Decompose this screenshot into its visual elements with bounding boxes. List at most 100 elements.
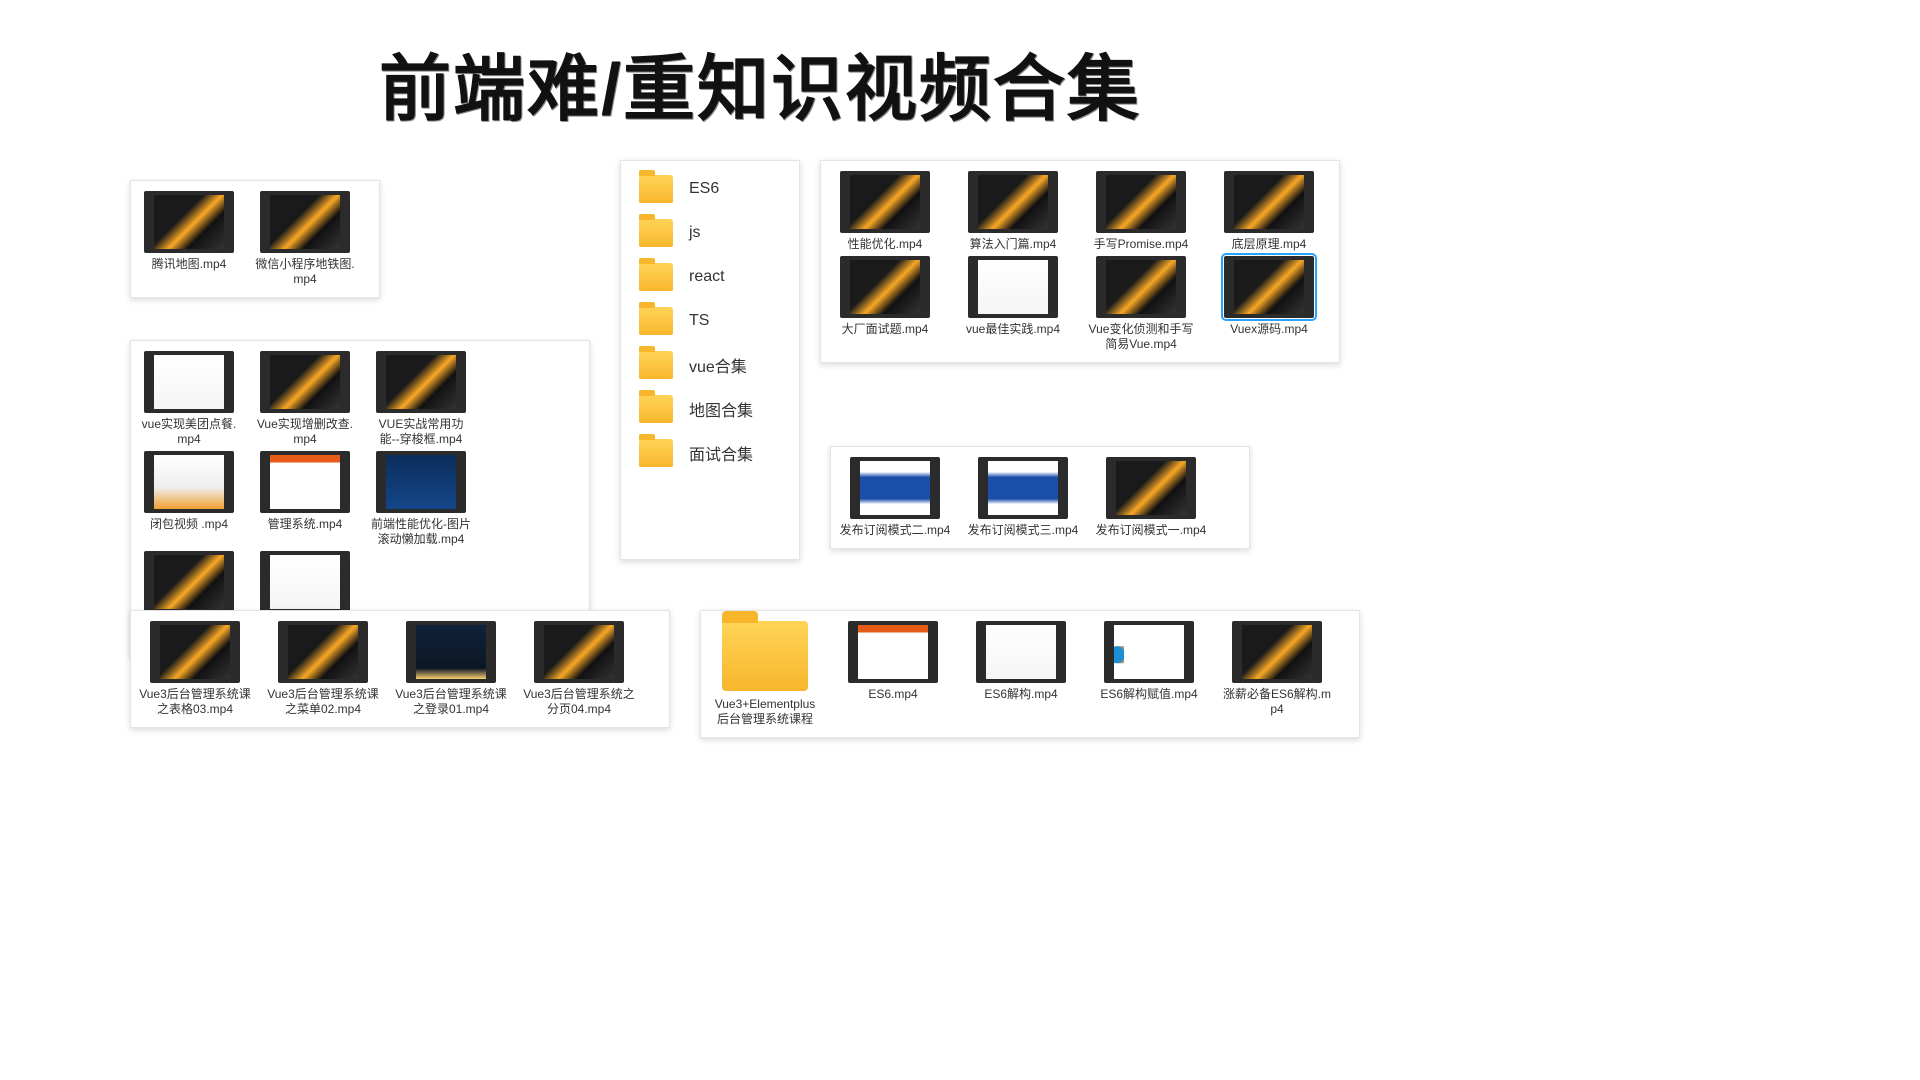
video-file-item[interactable]: vue最佳实践.mp4 (957, 256, 1069, 352)
folder-icon (639, 219, 673, 247)
video-file-item[interactable]: 发布订阅模式一.mp4 (1095, 457, 1207, 538)
file-name-label: 前端性能优化-图片滚动懒加载.mp4 (371, 517, 471, 547)
video-thumbnail (1224, 256, 1314, 318)
video-group-g: Vue3+Elementplus后台管理系统课程 ES6.mp4 ES6解构.mp4… (700, 610, 1360, 738)
video-thumbnail (144, 551, 234, 613)
folder-icon (639, 263, 673, 291)
folder-name-label: react (689, 268, 725, 286)
video-thumbnail (840, 171, 930, 233)
video-thumbnail (144, 191, 234, 253)
video-file-item[interactable]: vue实现美团点餐.mp4 (139, 351, 239, 447)
file-name-label: 性能优化.mp4 (829, 237, 941, 252)
video-file-item[interactable]: 腾讯地图.mp4 (139, 191, 239, 287)
folder-item[interactable]: ES6 (635, 167, 785, 211)
video-thumbnail (968, 256, 1058, 318)
video-file-item[interactable]: 微信小程序地铁图.mp4 (255, 191, 355, 287)
video-file-item[interactable]: 发布订阅模式二.mp4 (839, 457, 951, 538)
video-thumbnail (376, 451, 466, 513)
video-file-item[interactable]: 算法入门篇.mp4 (957, 171, 1069, 252)
video-thumbnail (260, 451, 350, 513)
video-thumbnail (1232, 621, 1322, 683)
video-thumbnail (150, 621, 240, 683)
video-file-item[interactable]: Vuex源码.mp4 (1213, 256, 1325, 352)
file-name-label: vue实现美团点餐.mp4 (139, 417, 239, 447)
folder-icon (639, 351, 673, 379)
video-thumbnail (968, 171, 1058, 233)
video-thumbnail (840, 256, 930, 318)
video-file-item[interactable]: 闭包视频 .mp4 (139, 451, 239, 547)
video-thumbnail (376, 351, 466, 413)
video-thumbnail (1224, 171, 1314, 233)
video-file-item[interactable]: 手写Promise.mp4 (1085, 171, 1197, 252)
folder-item[interactable]: 面试合集 (635, 431, 785, 475)
video-thumbnail (1096, 171, 1186, 233)
video-thumbnail (260, 191, 350, 253)
folder-item[interactable]: 地图合集 (635, 387, 785, 431)
video-thumbnail (278, 621, 368, 683)
file-name-label: 底层原理.mp4 (1213, 237, 1325, 252)
folder-name-label: Vue3+Elementplus后台管理系统课程 (709, 697, 821, 727)
video-file-item[interactable]: 管理系统.mp4 (255, 451, 355, 547)
folder-item[interactable]: js (635, 211, 785, 255)
video-thumbnail (260, 551, 350, 613)
folder-item[interactable]: vue合集 (635, 343, 785, 387)
file-name-label: Vue3后台管理系统课之登录01.mp4 (395, 687, 507, 717)
file-name-label: 发布订阅模式一.mp4 (1095, 523, 1207, 538)
file-name-label: Vue实现增删改查.mp4 (255, 417, 355, 447)
video-group-a: 腾讯地图.mp4 微信小程序地铁图.mp4 (130, 180, 380, 298)
folder-item[interactable]: TS (635, 299, 785, 343)
folder-icon (639, 439, 673, 467)
video-file-item[interactable]: Vue实现增删改查.mp4 (255, 351, 355, 447)
file-name-label: vue最佳实践.mp4 (957, 322, 1069, 337)
video-file-item[interactable]: Vue3后台管理系统课之表格03.mp4 (139, 621, 251, 717)
folder-name-label: vue合集 (689, 353, 747, 377)
video-file-item[interactable]: 底层原理.mp4 (1213, 171, 1325, 252)
file-name-label: ES6.mp4 (837, 687, 949, 702)
folder-item[interactable]: Vue3+Elementplus后台管理系统课程 (709, 621, 821, 727)
file-name-label: 管理系统.mp4 (255, 517, 355, 532)
video-thumbnail (848, 621, 938, 683)
file-name-label: 涨薪必备ES6解构.mp4 (1221, 687, 1333, 717)
video-file-item[interactable]: Vue3后台管理系统之分页04.mp4 (523, 621, 635, 717)
video-file-item[interactable]: Vue变化侦测和手写简易Vue.mp4 (1085, 256, 1197, 352)
file-name-label: 算法入门篇.mp4 (957, 237, 1069, 252)
file-name-label: VUE实战常用功能--穿梭框.mp4 (371, 417, 471, 447)
video-file-item[interactable]: Vue3后台管理系统课之登录01.mp4 (395, 621, 507, 717)
file-name-label: ES6解构赋值.mp4 (1093, 687, 1205, 702)
video-file-item[interactable]: VUE实战常用功能--穿梭框.mp4 (371, 351, 471, 447)
video-thumbnail (1104, 621, 1194, 683)
video-file-item[interactable]: 性能优化.mp4 (829, 171, 941, 252)
file-name-label: 微信小程序地铁图.mp4 (255, 257, 355, 287)
folder-icon (639, 395, 673, 423)
video-group-d: 性能优化.mp4 算法入门篇.mp4 手写Promise.mp4 底层原理.mp4 大厂… (820, 160, 1340, 363)
folder-name-label: 面试合集 (689, 441, 753, 465)
video-file-item[interactable]: 大厂面试题.mp4 (829, 256, 941, 352)
folder-name-label: js (689, 224, 701, 242)
video-file-item[interactable]: 前端性能优化-图片滚动懒加载.mp4 (371, 451, 471, 547)
video-file-item[interactable]: 涨薪必备ES6解构.mp4 (1221, 621, 1333, 727)
video-file-item[interactable]: ES6.mp4 (837, 621, 949, 727)
file-name-label: Vue3后台管理系统课之菜单02.mp4 (267, 687, 379, 717)
video-thumbnail (260, 351, 350, 413)
video-thumbnail (976, 621, 1066, 683)
video-file-item[interactable]: ES6解构.mp4 (965, 621, 1077, 727)
folder-name-label: ES6 (689, 180, 719, 198)
video-file-item[interactable]: Vue3后台管理系统课之菜单02.mp4 (267, 621, 379, 717)
folder-name-label: 地图合集 (689, 397, 753, 421)
folder-icon (639, 307, 673, 335)
video-group-f: Vue3后台管理系统课之表格03.mp4 Vue3后台管理系统课之菜单02.mp4… (130, 610, 670, 728)
page-title: 前端难/重知识视频合集 (0, 0, 1520, 135)
folder-icon (639, 175, 673, 203)
file-name-label: 手写Promise.mp4 (1085, 237, 1197, 252)
file-name-label: Vue3后台管理系统之分页04.mp4 (523, 687, 635, 717)
file-name-label: ES6解构.mp4 (965, 687, 1077, 702)
video-thumbnail (406, 621, 496, 683)
video-thumbnail (1096, 256, 1186, 318)
video-file-item[interactable]: 发布订阅模式三.mp4 (967, 457, 1079, 538)
video-file-item[interactable]: ES6解构赋值.mp4 (1093, 621, 1205, 727)
folder-item[interactable]: react (635, 255, 785, 299)
folder-list-panel: ES6 js react TS vue合集地图合集面试合集 (620, 160, 800, 560)
video-thumbnail (144, 351, 234, 413)
file-name-label: 闭包视频 .mp4 (139, 517, 239, 532)
video-group-e: 发布订阅模式二.mp4发布订阅模式三.mp4 发布订阅模式一.mp4 (830, 446, 1250, 549)
